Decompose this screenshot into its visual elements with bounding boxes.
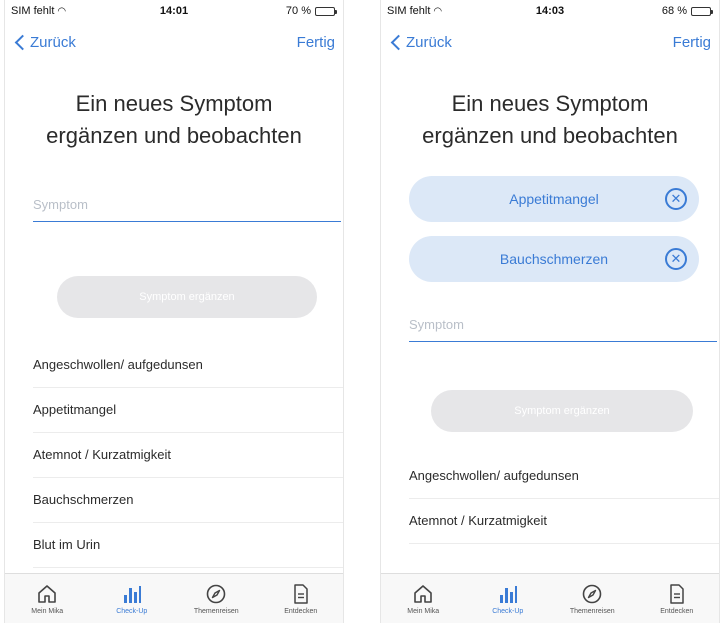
compass-icon <box>204 582 228 606</box>
suggestion-item[interactable]: Atemnot / Kurzatmigkeit <box>409 499 719 544</box>
title-line-1: Ein neues Symptom <box>75 91 273 116</box>
tab-label: Mein Mika <box>31 608 64 615</box>
bar-chart-icon <box>496 582 520 606</box>
chip-label: Appetitmangel <box>509 191 599 207</box>
close-circle-icon[interactable]: ✕ <box>665 188 687 210</box>
tab-mein-mika[interactable]: Mein Mika <box>381 574 466 623</box>
back-button[interactable]: Zurück <box>389 34 452 51</box>
suggestion-item[interactable]: Blut im Urin <box>33 523 343 568</box>
selected-symptom-chip: Bauchschmerzen ✕ <box>409 236 699 282</box>
chip-label: Bauchschmerzen <box>499 251 609 267</box>
title-line-2: ergänzen und beobachten <box>422 123 678 148</box>
tab-bar: Mein Mika Check-Up Themenreisen Entdecke… <box>5 573 343 623</box>
battery-percent: 68 % <box>661 5 687 17</box>
document-icon <box>665 582 689 606</box>
chevron-left-icon <box>390 34 407 51</box>
battery-indicator: 70 % <box>285 5 337 17</box>
suggestion-item[interactable]: Angeschwollen/ aufgedunsen <box>33 343 343 388</box>
symptom-input[interactable] <box>33 188 341 222</box>
add-symptom-button[interactable]: Symptom ergänzen <box>57 276 317 318</box>
back-button[interactable]: Zurück <box>13 34 76 51</box>
tab-themenreisen[interactable]: Themenreisen <box>174 574 259 623</box>
tab-label: Mein Mika <box>407 608 440 615</box>
suggestion-item[interactable]: Atemnot / Kurzatmigkeit <box>33 433 343 478</box>
selected-symptom-chip: Appetitmangel ✕ <box>409 176 699 222</box>
status-bar: SIM fehlt ◠ 14:03 68 % <box>381 0 719 22</box>
close-circle-icon[interactable]: ✕ <box>665 248 687 270</box>
tab-label: Check-Up <box>116 608 148 615</box>
suggestion-list: Angeschwollen/ aufgedunsen Appetitmangel… <box>5 343 343 568</box>
bar-chart-icon <box>120 582 144 606</box>
title-line-2: ergänzen und beobachten <box>46 123 302 148</box>
home-icon <box>411 582 435 606</box>
tab-bar: Mein Mika Check-Up Themenreisen Entdecke… <box>381 573 719 623</box>
page-title: Ein neues Symptom ergänzen und beobachte… <box>381 88 719 152</box>
tab-check-up[interactable]: Check-Up <box>466 574 551 623</box>
navigation-bar: Zurück Fertig <box>381 30 719 60</box>
tab-label: Themenreisen <box>193 608 239 615</box>
suggestion-list: Angeschwollen/ aufgedunsen Atemnot / Kur… <box>381 454 719 544</box>
suggestion-item[interactable]: Appetitmangel <box>33 388 343 433</box>
tab-label: Entdecken <box>660 608 694 615</box>
phone-screen-right: SIM fehlt ◠ 14:03 68 % Zurück Fertig Ein … <box>380 0 720 623</box>
symptom-input[interactable] <box>409 308 717 342</box>
tab-entdecken[interactable]: Entdecken <box>635 574 720 623</box>
suggestion-item[interactable]: Bauchschmerzen <box>33 478 343 523</box>
tab-label: Check-Up <box>492 608 524 615</box>
tab-check-up[interactable]: Check-Up <box>90 574 175 623</box>
back-label: Zurück <box>30 34 76 51</box>
home-icon <box>35 582 59 606</box>
tab-entdecken[interactable]: Entdecken <box>259 574 344 623</box>
navigation-bar: Zurück Fertig <box>5 30 343 60</box>
tab-label: Entdecken <box>284 608 318 615</box>
status-bar: SIM fehlt ◠ 14:01 70 % <box>5 0 343 22</box>
page-title: Ein neues Symptom ergänzen und beobachte… <box>5 88 343 152</box>
tab-label: Themenreisen <box>569 608 615 615</box>
battery-percent: 70 % <box>285 5 311 17</box>
tab-themenreisen[interactable]: Themenreisen <box>550 574 635 623</box>
suggestion-item[interactable]: Angeschwollen/ aufgedunsen <box>409 454 719 499</box>
document-icon <box>289 582 313 606</box>
title-line-1: Ein neues Symptom <box>451 91 649 116</box>
battery-icon <box>691 6 713 16</box>
phone-screen-left: SIM fehlt ◠ 14:01 70 % Zurück Fertig Ein … <box>4 0 344 623</box>
battery-indicator: 68 % <box>661 5 713 17</box>
done-button[interactable]: Fertig <box>673 34 711 51</box>
battery-icon <box>315 6 337 16</box>
compass-icon <box>580 582 604 606</box>
back-label: Zurück <box>406 34 452 51</box>
chevron-left-icon <box>14 34 31 51</box>
add-symptom-button[interactable]: Symptom ergänzen <box>431 390 693 432</box>
done-button[interactable]: Fertig <box>297 34 335 51</box>
tab-mein-mika[interactable]: Mein Mika <box>5 574 90 623</box>
